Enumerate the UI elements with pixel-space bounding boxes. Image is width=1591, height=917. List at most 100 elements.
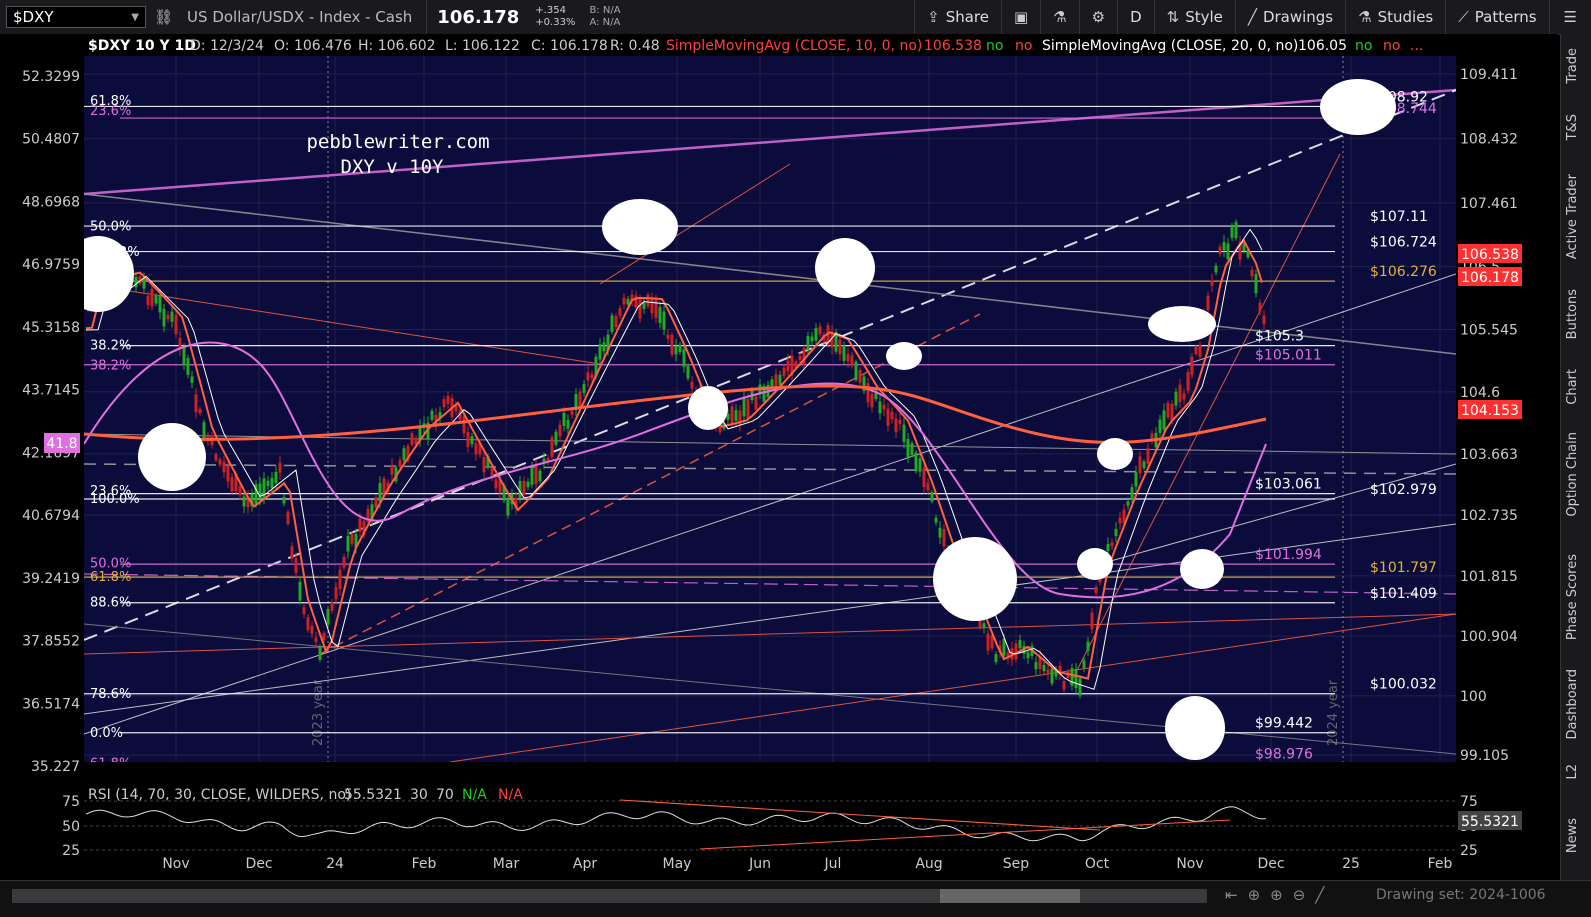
side-tab-trade[interactable]: Trade — [1565, 48, 1580, 84]
fib-label: 100.0% — [90, 492, 140, 507]
candle-body — [442, 399, 446, 408]
right-axis-tick: 99.105 — [1460, 748, 1509, 764]
candle-body — [1026, 652, 1030, 659]
study-header-text: H: 106.602 — [358, 38, 436, 54]
candle-body — [570, 410, 574, 415]
annotation-ellipse — [688, 386, 728, 430]
candle-body — [566, 419, 570, 429]
candle-body — [894, 418, 898, 433]
candle-body — [598, 344, 602, 360]
candle-body — [186, 358, 190, 375]
year-marker-2023: 2023 year — [311, 679, 326, 746]
period-button[interactable]: D — [1117, 0, 1154, 34]
x-axis-month-label: Aug — [915, 856, 942, 872]
candle-body — [358, 518, 362, 532]
candle-body — [242, 496, 246, 507]
candle-body — [222, 461, 226, 473]
drawings-button[interactable]: ╱ Drawings — [1234, 0, 1345, 34]
symbol-selector[interactable]: $DXY ▼ — [6, 6, 146, 28]
candle-body — [334, 587, 338, 600]
side-tab-buttons[interactable]: Buttons — [1565, 289, 1580, 339]
candle-body — [854, 361, 858, 381]
layout-button[interactable]: ▣ — [1000, 0, 1040, 34]
x-axis-month-label: Oct — [1085, 856, 1110, 872]
studies-button[interactable]: ⚗ Studies — [1345, 0, 1445, 34]
bid-ask-block: B: N/A A: N/A — [581, 5, 628, 29]
style-button[interactable]: ⇅ Style — [1153, 0, 1235, 34]
right-axis-tick: 102.735 — [1460, 508, 1518, 524]
candle-body — [910, 442, 914, 456]
scrollbar-thumb[interactable] — [940, 889, 1080, 903]
candle-body — [870, 393, 874, 408]
settings-button[interactable]: ⚙ — [1078, 0, 1117, 34]
study-header-text: R: 0.48 — [610, 38, 660, 54]
patterns-button[interactable]: ⟋ Patterns — [1445, 0, 1548, 34]
flask-button[interactable]: ⚗ — [1040, 0, 1078, 34]
candle-body — [1070, 668, 1074, 686]
candle-body — [742, 397, 746, 417]
share-label: Share — [945, 8, 989, 26]
side-tab-option-chain[interactable]: Option Chain — [1565, 432, 1580, 517]
side-tabs: Trade T&S Active Trader Buttons Chart Option … — [1560, 34, 1591, 882]
side-tab-chart[interactable]: Chart — [1565, 369, 1580, 405]
candle-body — [238, 486, 242, 496]
candle-body — [942, 528, 946, 547]
candle-body — [294, 558, 298, 573]
candle-body — [1206, 295, 1210, 311]
share-icon: ⇪ — [927, 8, 940, 26]
candle-body — [298, 582, 302, 601]
candle-body — [1146, 448, 1150, 465]
candle-body — [674, 345, 678, 355]
side-tab-phase-scores[interactable]: Phase Scores — [1565, 554, 1580, 640]
right-axis-tick: 100.904 — [1460, 629, 1518, 645]
candle-body — [1198, 344, 1202, 357]
side-tab-news[interactable]: News — [1565, 818, 1580, 853]
candle-body — [774, 374, 778, 388]
candle-body — [270, 477, 274, 489]
left-axis-tick: 45.3158 — [22, 320, 80, 336]
candle-body — [190, 376, 194, 383]
candle-body — [658, 307, 662, 324]
rsi-left-tick: 25 — [62, 843, 80, 859]
candle-body — [170, 311, 174, 322]
link-icon[interactable]: ⛓ — [154, 8, 173, 26]
side-tab-active-trader[interactable]: Active Trader — [1565, 174, 1580, 259]
candle-body — [850, 355, 854, 365]
candle-body — [1218, 246, 1222, 254]
right-axis-tick: 101.815 — [1460, 569, 1518, 585]
candle-body — [934, 517, 938, 523]
side-tab-t-s[interactable]: T&S — [1565, 114, 1580, 140]
symbol-description: US Dollar/USDX - Index - Cash — [187, 8, 413, 26]
fib-label: 50.0% — [90, 220, 131, 235]
candle-body — [550, 437, 554, 458]
study-header-text: $DXY 10 Y 1D — [88, 38, 196, 54]
candle-body — [158, 295, 162, 313]
candle-body — [806, 336, 810, 351]
side-tab-l2[interactable]: L2 — [1565, 764, 1580, 780]
candle-body — [202, 422, 206, 440]
last-price: 106.178 — [426, 0, 529, 34]
candle-body — [898, 419, 902, 425]
x-axis-month-label: Nov — [1176, 856, 1203, 872]
candle-body — [1222, 241, 1226, 251]
candle-body — [1158, 419, 1162, 433]
study-header-text: C: 106.178 — [531, 38, 608, 54]
right-axis-tick: 100 — [1460, 689, 1487, 705]
candle-body — [882, 404, 886, 410]
rsi-right-tick: 75 — [1460, 794, 1478, 810]
price-level-label: $105.3 — [1255, 329, 1304, 345]
x-axis-month-label: 24 — [326, 856, 344, 872]
menu-button[interactable]: ☰ — [1548, 0, 1591, 34]
candle-body — [1046, 669, 1050, 674]
side-tab-dashboard[interactable]: Dashboard — [1565, 669, 1580, 740]
annotation-ellipse — [1180, 549, 1224, 589]
share-button[interactable]: ⇪ Share — [914, 0, 1001, 34]
zoom-tools[interactable]: ⇤⊕⊕⊖╱ — [1225, 886, 1334, 904]
price-chart[interactable]: 2023 year 2024 year$108.92$108.744$107.11… — [0, 34, 1558, 880]
rsi-ob: 30 — [410, 787, 428, 803]
study-header-text: SimpleMovingAvg (CLOSE, 10, 0, no) — [666, 38, 922, 54]
candle-body — [1262, 315, 1266, 325]
candle-body — [534, 464, 538, 484]
x-axis-month-label: May — [663, 856, 692, 872]
candle-body — [922, 467, 926, 487]
